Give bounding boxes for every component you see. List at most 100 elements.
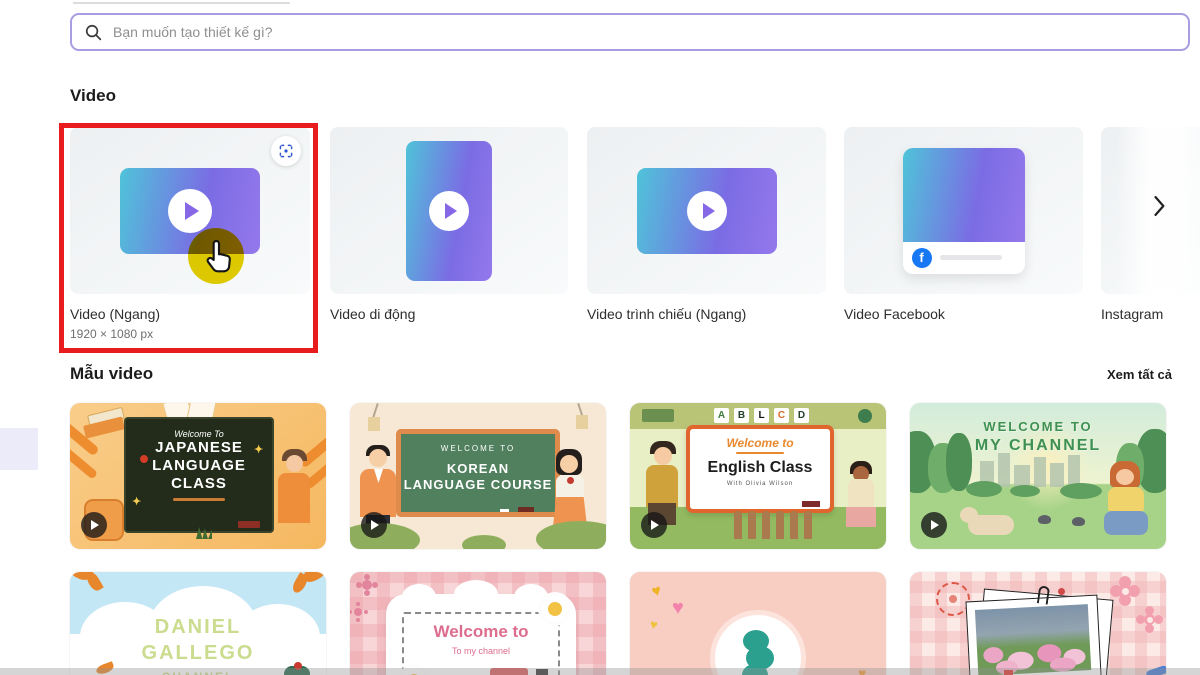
pigeon <box>1072 517 1085 526</box>
pigeon <box>1038 515 1051 524</box>
heart-icon: ♥ <box>650 583 663 601</box>
template-pink-hearts-intro[interactable]: ♥ ♥ ♥ ♥ <box>630 572 886 675</box>
format-label: Video trình chiếu (Ngang) <box>587 306 746 322</box>
play-icon <box>168 189 212 233</box>
letter-tile: B <box>734 408 749 423</box>
pushpin <box>1058 588 1065 595</box>
template-english-class[interactable]: A B L C D Welcome to English Class With … <box>630 403 886 549</box>
heart-icon: ♥ <box>649 617 659 631</box>
flower-photo <box>975 604 1091 675</box>
search-bar[interactable]: Bạn muốn tạo thiết kế gì? <box>70 13 1190 51</box>
play-icon <box>429 191 469 231</box>
side-board <box>642 409 674 422</box>
template-pink-welcome-channel[interactable]: Welcome to To my channel <box>350 572 606 675</box>
bush <box>462 535 506 549</box>
teacher-head <box>286 455 303 472</box>
play-icon <box>361 512 387 538</box>
template-text: WELCOME TO <box>910 419 1166 434</box>
templates-section-title: Mẫu video <box>70 364 153 384</box>
template-text: MY CHANNEL <box>910 437 1166 455</box>
template-text: DANIEL <box>70 616 326 639</box>
video-section-title: Video <box>70 86 116 106</box>
daisy-center <box>548 602 562 616</box>
scan-icon <box>278 143 294 159</box>
template-text: KOREAN <box>447 461 509 477</box>
bush <box>536 521 606 549</box>
template-korean-language-course[interactable]: WELCOME TO KOREAN LANGUAGE COURSE <box>350 403 606 549</box>
flower <box>362 580 372 590</box>
template-japanese-language-class[interactable]: Welcome To JAPANESE LANGUAGE CLASS ✦ ✦ <box>70 403 326 549</box>
chalkboard: Welcome To JAPANESE LANGUAGE CLASS <box>124 417 274 533</box>
chalk <box>500 509 509 512</box>
template-text: English Class <box>708 459 813 477</box>
format-label: Video (Ngang) <box>70 306 160 322</box>
template-text: Welcome to <box>386 622 576 642</box>
facebook-icon: f <box>912 248 932 268</box>
template-my-channel[interactable]: WELCOME TO MY CHANNEL <box>910 403 1166 549</box>
flower <box>354 608 362 616</box>
carousel-next-button[interactable] <box>1154 196 1166 221</box>
teacher-head <box>654 447 672 465</box>
play-icon <box>81 512 107 538</box>
wreath <box>858 409 872 423</box>
template-text: JAPANESE <box>155 439 243 457</box>
man-head <box>369 449 387 467</box>
teacher-body <box>646 465 678 507</box>
template-text: Welcome to <box>726 436 793 450</box>
letter-tile: A <box>714 408 729 423</box>
template-text: With Olivia Wilson <box>727 481 793 487</box>
template-text: To my channel <box>386 646 576 656</box>
play-icon <box>687 191 727 231</box>
girl-face <box>1116 469 1134 485</box>
play-icon <box>921 512 947 538</box>
student-skirt <box>846 507 876 527</box>
letter-tile: D <box>794 408 809 423</box>
format-dimensions: 1920 × 1080 px <box>70 327 153 341</box>
girl-jeans <box>1104 511 1148 535</box>
left-edge-artifact <box>0 428 38 470</box>
template-text: Welcome To <box>174 429 224 439</box>
see-all-link[interactable]: Xem tất cả <box>1107 367 1172 382</box>
template-text: LANGUAGE <box>152 457 246 475</box>
format-card-video-di-dong[interactable] <box>330 127 568 294</box>
eraser <box>518 507 534 512</box>
facebook-post-thumbnail: f <box>903 148 1025 274</box>
template-text: WELCOME TO <box>441 444 515 453</box>
letter-tile: C <box>774 408 789 423</box>
eraser <box>238 521 260 528</box>
format-label: Video Facebook <box>844 306 945 322</box>
pushpin <box>140 455 148 463</box>
whiteboard: Welcome to English Class With Olivia Wil… <box>686 425 834 513</box>
video-thumbnail <box>637 168 777 254</box>
template-polaroid-flowers[interactable] <box>910 572 1166 675</box>
format-label: Video di động <box>330 306 415 322</box>
girl-bow <box>567 477 574 484</box>
bottom-edge-overlay <box>0 668 1200 675</box>
video-thumbnail <box>406 141 492 281</box>
format-card-video-ngang[interactable] <box>70 127 310 294</box>
format-label: Instagram <box>1101 306 1163 322</box>
dog <box>968 515 1014 535</box>
play-icon <box>641 512 667 538</box>
search-icon <box>84 23 103 42</box>
template-text: CLASS <box>171 475 227 493</box>
polaroid-frame <box>965 595 1102 675</box>
chalkboard: WELCOME TO KOREAN LANGUAGE COURSE <box>396 429 560 517</box>
placeholder-text-line <box>940 255 1002 260</box>
format-card-video-trinh-chieu[interactable] <box>587 127 826 294</box>
top-edge-artifact <box>73 2 290 4</box>
format-card-video-facebook[interactable]: f <box>844 127 1083 294</box>
scan-button[interactable] <box>271 136 301 166</box>
girl-head <box>560 455 578 473</box>
heart-icon: ♥ <box>672 598 684 618</box>
teacher-body <box>278 473 310 523</box>
eraser <box>802 501 820 507</box>
stamp <box>949 595 957 603</box>
letter-tile: L <box>754 408 769 423</box>
handle-placeholder <box>173 498 225 501</box>
template-daniel-gallego[interactable]: DANIEL GALLEGO CHANNEL <box>70 572 326 675</box>
canva-create-panel: Bạn muốn tạo thiết kế gì? Video Video (N… <box>0 0 1200 675</box>
student-body <box>848 479 874 509</box>
template-text: LANGUAGE COURSE <box>404 477 553 493</box>
chevron-right-icon <box>1154 196 1166 216</box>
